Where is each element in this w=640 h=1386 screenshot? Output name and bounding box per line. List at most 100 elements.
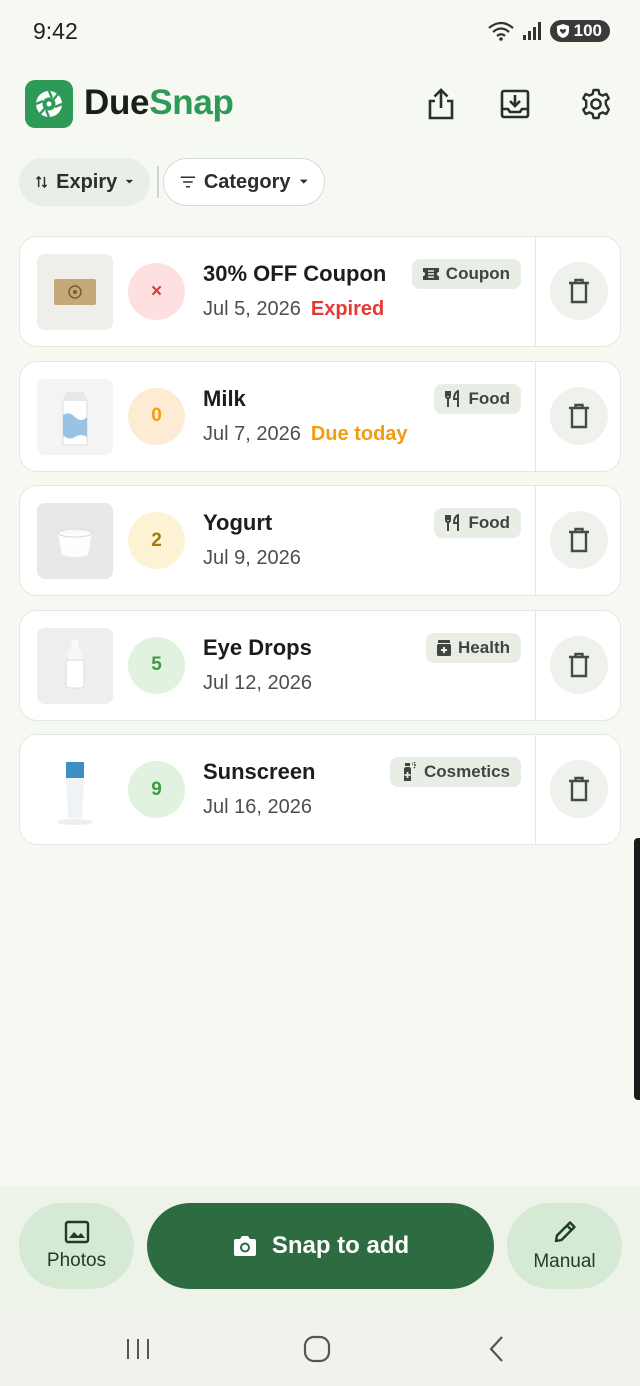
category-tag-label: Food bbox=[468, 513, 510, 532]
item-name: Sunscreen bbox=[203, 759, 316, 784]
days-left-badge: 5 bbox=[128, 636, 185, 694]
settings-button[interactable] bbox=[572, 80, 620, 128]
camera-icon bbox=[233, 1236, 256, 1256]
back-button[interactable] bbox=[476, 1334, 516, 1364]
expiry-date: Jul 9, 2026 bbox=[203, 547, 301, 569]
item-thumbnail bbox=[37, 503, 113, 579]
card-divider bbox=[534, 735, 536, 844]
utensils-icon bbox=[445, 514, 460, 531]
share-icon bbox=[428, 88, 454, 120]
photos-button[interactable]: Photos bbox=[19, 1203, 134, 1289]
expiry-status: Expired bbox=[310, 298, 385, 320]
image-icon bbox=[64, 1220, 89, 1244]
delete-button[interactable] bbox=[550, 262, 608, 320]
item-card[interactable]: 2 Yogurt Jul 9, 2026 Food bbox=[19, 485, 621, 596]
item-name: 30% OFF Coupon bbox=[203, 261, 387, 286]
delete-button[interactable] bbox=[550, 635, 608, 694]
trash-icon bbox=[569, 278, 589, 304]
days-left-badge: 9 bbox=[128, 761, 185, 818]
category-chip[interactable]: Category bbox=[163, 158, 325, 206]
category-tag: Coupon bbox=[411, 259, 521, 289]
ticket-icon bbox=[422, 268, 439, 280]
battery-indicator: 100 bbox=[549, 20, 610, 42]
home-button[interactable] bbox=[297, 1334, 337, 1364]
delete-button[interactable] bbox=[550, 386, 608, 445]
item-card[interactable]: 0 Milk Jul 7, 2026 Due today Food bbox=[19, 360, 621, 472]
home-icon bbox=[303, 1335, 331, 1363]
app-title-part2: Snap bbox=[149, 83, 234, 122]
utensils-icon bbox=[445, 389, 460, 407]
expiry-date: Jul 7, 2026 bbox=[203, 422, 301, 445]
card-divider bbox=[534, 610, 536, 720]
category-tag-label: Food bbox=[468, 388, 510, 408]
import-button[interactable] bbox=[491, 80, 539, 128]
manual-label: Manual bbox=[533, 1251, 596, 1272]
expiry-date: Jul 5, 2026 bbox=[203, 298, 301, 320]
category-tag: Food bbox=[434, 383, 521, 414]
expiry-date: Jul 16, 2026 bbox=[203, 796, 312, 818]
delete-button[interactable] bbox=[550, 760, 608, 818]
item-thumbnail bbox=[37, 378, 113, 455]
sunscreen-tube-thumbnail bbox=[37, 752, 113, 828]
sort-label: Expiry bbox=[56, 170, 118, 193]
item-card[interactable]: 5 Eye Drops Jul 12, 2026 Health bbox=[19, 609, 621, 721]
coupon-thumbnail bbox=[37, 254, 113, 330]
trash-icon bbox=[569, 403, 589, 428]
chip-divider bbox=[157, 166, 159, 198]
days-left-badge: × bbox=[128, 263, 185, 320]
share-button[interactable] bbox=[417, 80, 465, 128]
item-thumbnail bbox=[37, 254, 113, 330]
system-nav-bar bbox=[0, 1312, 640, 1386]
sort-arrows-icon bbox=[35, 175, 48, 189]
category-tag: Cosmetics bbox=[390, 757, 521, 787]
app-title: DueSnap bbox=[84, 83, 234, 123]
trash-icon bbox=[569, 527, 589, 553]
download-tray-icon bbox=[500, 89, 530, 119]
pencil-icon bbox=[554, 1221, 576, 1243]
category-label: Category bbox=[203, 170, 291, 193]
status-bar: 9:42 100 bbox=[0, 0, 640, 64]
item-thumbnail bbox=[37, 627, 113, 704]
expiry-date: Jul 12, 2026 bbox=[203, 671, 312, 694]
item-date-line: Jul 5, 2026 Expired bbox=[203, 298, 384, 321]
category-tag: Food bbox=[434, 508, 521, 538]
caret-down-icon bbox=[125, 179, 134, 184]
recents-button[interactable] bbox=[118, 1334, 158, 1364]
snap-to-add-button[interactable]: Snap to add bbox=[147, 1203, 494, 1289]
item-name: Milk bbox=[203, 385, 246, 411]
manual-button[interactable]: Manual bbox=[507, 1203, 622, 1289]
card-divider bbox=[534, 237, 536, 346]
recents-icon bbox=[127, 1339, 149, 1359]
days-left-badge: 0 bbox=[128, 387, 185, 445]
camera-aperture-icon bbox=[35, 90, 63, 118]
delete-button[interactable] bbox=[550, 511, 608, 569]
yogurt-cup-thumbnail bbox=[37, 503, 113, 579]
battery-level: 100 bbox=[573, 21, 602, 40]
trash-icon bbox=[569, 776, 589, 802]
filter-lines-icon bbox=[180, 176, 196, 188]
item-date-line: Jul 12, 2026 bbox=[203, 672, 312, 695]
gear-icon bbox=[582, 88, 610, 120]
item-card[interactable]: × 30% OFF Coupon Jul 5, 2026 Expired Coupon bbox=[19, 236, 621, 347]
app-logo bbox=[25, 80, 73, 128]
card-divider bbox=[534, 486, 536, 595]
item-name: Yogurt bbox=[203, 510, 273, 535]
edge-panel-handle[interactable] bbox=[634, 838, 640, 1100]
trash-icon bbox=[569, 652, 589, 677]
item-list: × 30% OFF Coupon Jul 5, 2026 Expired Coupon 0… bbox=[19, 236, 621, 859]
category-tag: Health bbox=[426, 632, 521, 663]
sort-chip[interactable]: Expiry bbox=[19, 158, 150, 206]
eye-drops-thumbnail bbox=[37, 627, 113, 704]
category-tag-label: Cosmetics bbox=[424, 762, 510, 781]
category-tag-label: Coupon bbox=[445, 264, 510, 283]
item-card[interactable]: 9 Sunscreen Jul 16, 2026 Cosmetics bbox=[19, 734, 621, 845]
item-date-line: Jul 16, 2026 bbox=[203, 796, 312, 819]
signal-icon bbox=[522, 22, 541, 40]
category-tag-label: Health bbox=[458, 637, 510, 657]
status-time: 9:42 bbox=[33, 18, 78, 44]
wifi-icon bbox=[487, 21, 514, 41]
shield-heart-icon bbox=[556, 24, 569, 38]
days-left-badge: 2 bbox=[128, 512, 185, 569]
photos-label: Photos bbox=[46, 1250, 107, 1271]
back-chevron-icon bbox=[489, 1336, 503, 1362]
